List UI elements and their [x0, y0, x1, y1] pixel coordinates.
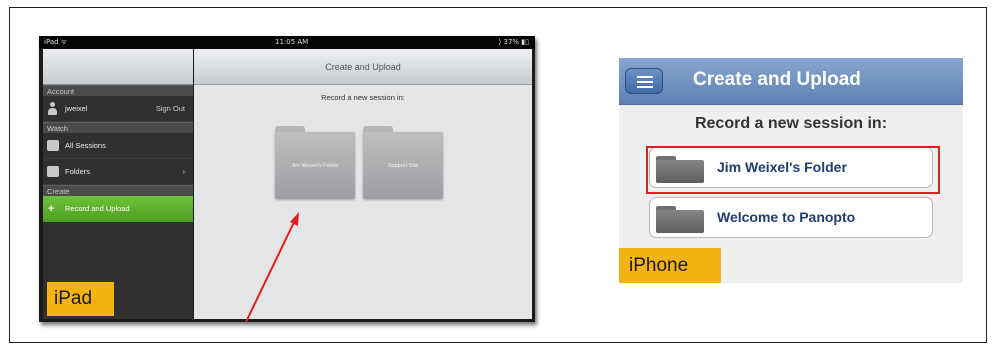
ipad-status-bar: iPad ᯤ 11:05 AM ⟩ 37% ▮▯ — [39, 36, 535, 49]
iphone-badge: iPhone — [619, 248, 721, 283]
folder-button[interactable]: Jim Weixel's Folder — [275, 126, 355, 199]
sidebar-item-label: Record and Upload — [65, 204, 130, 213]
record-instruction: Record a new session in: — [694, 115, 888, 132]
folder-label: Welcome to Panopto — [717, 209, 856, 225]
ipad-main-pane: Create and Upload Record a new session i… — [194, 49, 532, 319]
folder-label: Support Site — [387, 163, 419, 169]
chevron-right-icon: › — [182, 167, 186, 176]
sidebar-item-folders[interactable]: Folders › — [43, 159, 193, 185]
ipad-badge: iPad — [47, 282, 114, 316]
carrier-label: iPad ᯤ — [44, 38, 68, 46]
ipad-sidebar: Account jweixel Sign Out Watch All Sessi… — [43, 49, 193, 319]
highlight-box — [646, 146, 940, 194]
sessions-icon — [47, 140, 59, 151]
user-icon — [48, 102, 57, 115]
sidebar-item-label: Folders — [65, 167, 91, 176]
sign-out-button[interactable]: Sign Out — [156, 96, 185, 122]
sidebar-header — [43, 49, 193, 85]
folder-icon — [47, 166, 59, 177]
ipad-page-title: Create and Upload — [194, 49, 532, 85]
hamburger-menu-icon[interactable] — [625, 68, 663, 94]
sidebar-item-label: All Sessions — [65, 141, 106, 150]
plus-icon: + — [48, 203, 55, 215]
folder-label: Jim Weixel's Folder — [291, 163, 339, 169]
sidebar-item-all-sessions[interactable]: All Sessions — [43, 133, 193, 159]
sidebar-item-user: jweixel Sign Out — [43, 96, 193, 122]
battery-indicator: ⟩ 37% ▮▯ — [498, 38, 529, 46]
folder-icon — [656, 206, 704, 233]
record-instruction: Record a new session in: — [321, 93, 405, 102]
section-account: Account — [43, 85, 193, 96]
username-label: jweixel — [65, 104, 88, 113]
section-watch: Watch — [43, 122, 193, 133]
ipad-screenshot: iPad ᯤ 11:05 AM ⟩ 37% ▮▯ Account jweixel… — [39, 36, 535, 322]
folder-row[interactable]: Welcome to Panopto — [649, 197, 933, 238]
folder-button[interactable]: Support Site — [363, 126, 443, 199]
iphone-page-title: Create and Upload — [693, 69, 861, 90]
clock-label: 11:05 AM — [275, 38, 309, 46]
iphone-nav-bar: Create and Upload — [619, 58, 963, 105]
sidebar-item-record-upload[interactable]: + Record and Upload — [43, 196, 193, 222]
section-create: Create — [43, 185, 193, 196]
